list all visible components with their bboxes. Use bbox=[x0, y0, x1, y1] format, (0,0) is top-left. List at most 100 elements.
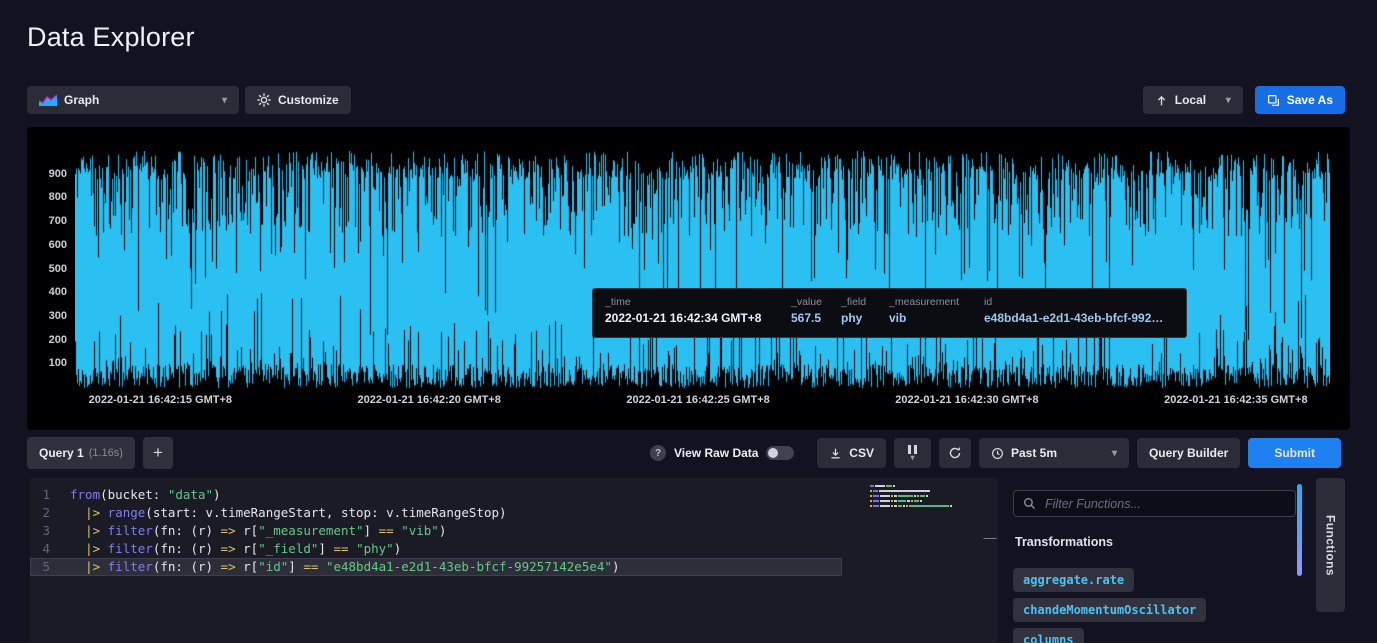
y-axis-tick: 400 bbox=[27, 286, 67, 298]
timeseries-chart[interactable] bbox=[75, 151, 1330, 388]
function-search-box[interactable] bbox=[1013, 490, 1296, 517]
tooltip-column-label: id bbox=[984, 296, 1174, 308]
line-number: 4 bbox=[30, 540, 50, 558]
function-search-input[interactable] bbox=[1043, 496, 1286, 512]
csv-label: CSV bbox=[849, 446, 874, 460]
csv-download-button[interactable]: CSV bbox=[817, 438, 886, 468]
save-as-button[interactable]: Save As bbox=[1255, 86, 1345, 114]
tooltip-header-row: _time_value_field_measurementid bbox=[605, 296, 1174, 308]
graph-panel: 100 200 300 400 500 600 700 800 900 2022-01-21 1… bbox=[27, 127, 1350, 430]
minimap-line bbox=[870, 500, 972, 502]
y-axis-tick: 200 bbox=[27, 334, 67, 346]
query-builder-label: Query Builder bbox=[1149, 446, 1228, 460]
tooltip-column-label: _measurement bbox=[889, 296, 984, 308]
visualization-type-label: Graph bbox=[64, 93, 99, 107]
refresh-icon bbox=[948, 446, 962, 460]
add-query-button[interactable]: + bbox=[143, 437, 173, 469]
query-tab-duration: (1.16s) bbox=[89, 447, 123, 459]
submit-label: Submit bbox=[1274, 446, 1315, 460]
pause-refresh-button[interactable]: ▾ bbox=[894, 438, 931, 468]
tooltip-column-label: _time bbox=[605, 296, 791, 308]
editor-minimap[interactable] bbox=[870, 485, 972, 510]
timezone-label: Local bbox=[1175, 93, 1206, 107]
clock-icon bbox=[991, 447, 1004, 460]
help-icon[interactable]: ? bbox=[650, 445, 666, 461]
query-builder-button[interactable]: Query Builder bbox=[1137, 438, 1240, 468]
visualization-type-dropdown[interactable]: Graph ▾ bbox=[27, 86, 239, 114]
chevron-down-icon: ▾ bbox=[910, 455, 914, 461]
page-title: Data Explorer bbox=[27, 22, 195, 53]
minimap-line bbox=[870, 495, 972, 497]
chevron-down-icon: ▾ bbox=[1226, 95, 1231, 106]
chevron-down-icon: ▾ bbox=[1112, 448, 1117, 459]
search-icon bbox=[1023, 497, 1036, 510]
x-axis-tick: 2022-01-21 16:42:35 GMT+8 bbox=[1164, 394, 1307, 406]
line-number: 2 bbox=[30, 504, 50, 522]
x-axis-tick: 2022-01-21 16:42:15 GMT+8 bbox=[89, 394, 232, 406]
functions-panel: Transformations aggregate.rate chandeMome… bbox=[1005, 478, 1305, 643]
code-line[interactable]: 4 |> filter(fn: (r) => r["_field"] == "p… bbox=[30, 540, 842, 558]
submit-button[interactable]: Submit bbox=[1248, 438, 1341, 468]
arrow-up-icon bbox=[1155, 94, 1168, 107]
functions-side-tab-label: Functions bbox=[1324, 515, 1338, 576]
flux-editor[interactable]: 1from(bucket: "data")2 |> range(start: v… bbox=[30, 478, 998, 643]
tooltip-column-label: _field bbox=[841, 296, 889, 308]
functions-category-label: Transformations bbox=[1015, 535, 1113, 549]
tooltip-value: e48bd4a1-e2d1-43eb-bfcf-992… bbox=[984, 311, 1174, 325]
x-axis-tick: 2022-01-21 16:42:20 GMT+8 bbox=[358, 394, 501, 406]
code-line[interactable]: 1from(bucket: "data") bbox=[30, 486, 842, 504]
view-raw-data-label: View Raw Data bbox=[674, 446, 758, 460]
view-toolbar: Graph ▾ Customize Local ▾ Save As bbox=[27, 86, 1345, 114]
code-line[interactable]: 2 |> range(start: v.timeRangeStart, stop… bbox=[30, 504, 842, 522]
functions-side-tab[interactable]: Functions bbox=[1316, 478, 1345, 612]
time-range-dropdown[interactable]: Past 5m ▾ bbox=[979, 438, 1129, 468]
data-explorer-page: Data Explorer Graph ▾ Customize Local ▾ bbox=[0, 0, 1377, 643]
functions-list: aggregate.rate chandeMomentumOscillator co… bbox=[1013, 568, 1291, 643]
minimap-line bbox=[870, 490, 972, 492]
tooltip-value: 2022-01-21 16:42:34 GMT+8 bbox=[605, 311, 791, 325]
gear-icon bbox=[257, 93, 271, 107]
function-item[interactable]: chandeMomentumOscillator bbox=[1013, 598, 1206, 622]
panel-resize-handle[interactable]: — bbox=[982, 530, 998, 545]
query-editor-section: 1from(bucket: "data")2 |> range(start: v… bbox=[30, 478, 1345, 643]
customize-button[interactable]: Customize bbox=[245, 86, 351, 114]
tooltip-value: phy bbox=[841, 311, 889, 325]
query-bar: Query 1 (1.16s) + ? View Raw Data CSV ▾ bbox=[27, 437, 1341, 469]
query-tab-name: Query 1 bbox=[39, 446, 84, 460]
hover-tooltip: _time_value_field_measurementid 2022-01-… bbox=[592, 288, 1187, 338]
y-axis-tick: 500 bbox=[27, 263, 67, 275]
save-as-icon bbox=[1267, 94, 1280, 107]
y-axis-tick: 800 bbox=[27, 191, 67, 203]
line-number: 5 bbox=[30, 558, 50, 576]
customize-label: Customize bbox=[278, 93, 339, 107]
functions-scrollbar[interactable] bbox=[1297, 484, 1302, 576]
chevron-down-icon: ▾ bbox=[222, 95, 227, 106]
line-number: 3 bbox=[30, 522, 50, 540]
minimap-line bbox=[870, 505, 972, 507]
view-raw-data-toggle[interactable] bbox=[766, 446, 794, 460]
refresh-button[interactable] bbox=[939, 438, 971, 468]
query-tab[interactable]: Query 1 (1.16s) bbox=[27, 437, 135, 469]
function-item[interactable]: columns bbox=[1013, 628, 1084, 643]
tooltip-value: 567.5 bbox=[791, 311, 841, 325]
y-axis-tick: 900 bbox=[27, 168, 67, 180]
x-axis-tick: 2022-01-21 16:42:30 GMT+8 bbox=[895, 394, 1038, 406]
tooltip-column-label: _value bbox=[791, 296, 841, 308]
save-as-label: Save As bbox=[1287, 93, 1333, 107]
y-axis-tick: 700 bbox=[27, 215, 67, 227]
tooltip-value: vib bbox=[889, 311, 984, 325]
code-line[interactable]: 3 |> filter(fn: (r) => r["_measurement"]… bbox=[30, 522, 842, 540]
code-lines: 1from(bucket: "data")2 |> range(start: v… bbox=[30, 478, 842, 576]
graph-icon bbox=[39, 94, 57, 106]
y-axis-tick: 600 bbox=[27, 239, 67, 251]
y-axis-tick: 300 bbox=[27, 310, 67, 322]
time-range-label: Past 5m bbox=[1011, 446, 1057, 460]
code-line[interactable]: 5 |> filter(fn: (r) => r["id"] == "e48bd… bbox=[30, 558, 842, 576]
timezone-dropdown[interactable]: Local ▾ bbox=[1143, 86, 1243, 114]
function-item[interactable]: aggregate.rate bbox=[1013, 568, 1134, 592]
download-icon bbox=[829, 447, 842, 460]
x-axis-tick: 2022-01-21 16:42:25 GMT+8 bbox=[626, 394, 769, 406]
y-axis-tick: 100 bbox=[27, 357, 67, 369]
tooltip-value-row: 2022-01-21 16:42:34 GMT+8567.5phyvibe48b… bbox=[605, 311, 1174, 325]
minimap-line bbox=[870, 485, 972, 487]
